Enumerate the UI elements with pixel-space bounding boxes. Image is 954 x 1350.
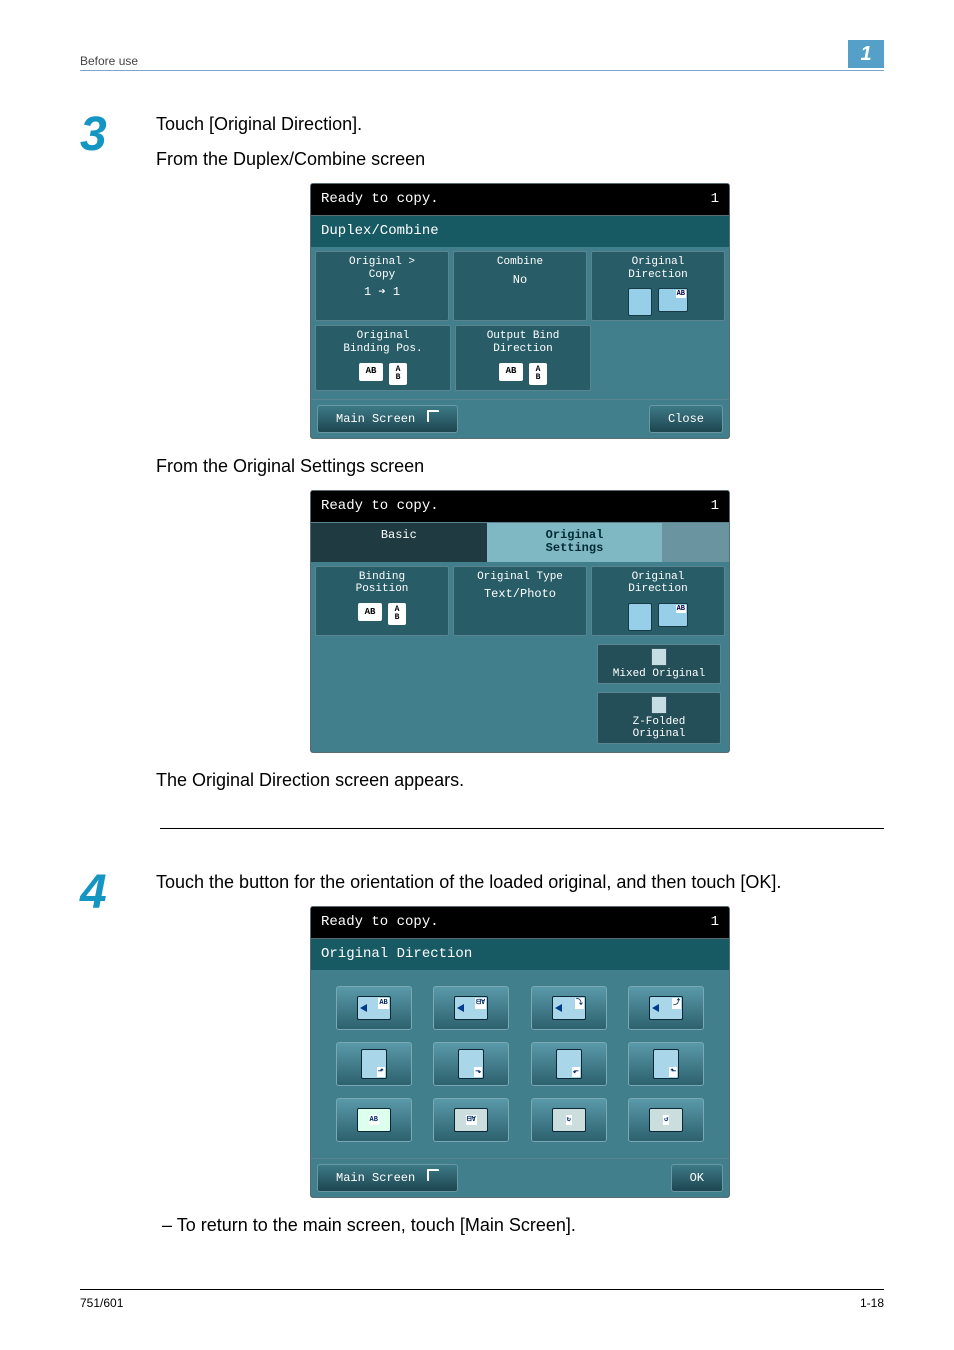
direction-option-3[interactable]: ⤵: [531, 986, 607, 1030]
direction-option-8[interactable]: ⬑: [628, 1042, 704, 1086]
ab-stack-icon: AB: [529, 363, 547, 385]
document-icon: [651, 648, 667, 666]
copy-counter: 1: [711, 496, 719, 517]
step4-bullet: – To return to the main screen, touch [M…: [162, 1212, 884, 1239]
step3-caption1: From the Duplex/Combine screen: [156, 146, 884, 173]
combine-cell[interactable]: Combine No: [453, 251, 587, 321]
footer-page: 1-18: [860, 1296, 884, 1310]
footer-model: 751/601: [80, 1296, 123, 1310]
tab-spacer: [662, 523, 729, 561]
copy-counter: 1: [711, 189, 719, 210]
ab-icon: AB: [499, 363, 523, 381]
mixed-original-button[interactable]: Mixed Original: [597, 644, 721, 684]
step-number-3: 3: [80, 111, 140, 802]
combine-label: Combine: [497, 256, 543, 269]
direction-option-12[interactable]: ↺: [628, 1098, 704, 1142]
original-settings-screen: Ready to copy. 1 Basic Original Settings…: [310, 490, 730, 753]
output-bind-direction-cell[interactable]: Output Bind Direction AB AB: [455, 325, 591, 391]
original-copy-label: Original > Copy: [349, 256, 415, 281]
original-copy-value: 1 ➔ 1: [364, 286, 400, 300]
empty-cell: [595, 325, 725, 391]
direction-option-4[interactable]: ⤴: [628, 986, 704, 1030]
direction-option-11[interactable]: ↻: [531, 1098, 607, 1142]
step4-instruction: Touch the button for the orientation of …: [156, 869, 884, 896]
zfolded-original-button[interactable]: Z-Folded Original: [597, 692, 721, 744]
copy-counter: 1: [711, 912, 719, 933]
original-copy-cell[interactable]: Original > Copy 1 ➔ 1: [315, 251, 449, 321]
step-number-4: 4: [80, 869, 140, 1247]
return-icon: [423, 410, 439, 428]
original-type-cell[interactable]: Original Type Text/Photo: [453, 566, 587, 636]
ab-stack-icon: AB: [389, 363, 407, 385]
original-direction-screen: Ready to copy. 1 Original Direction AB ᗺ…: [310, 906, 730, 1198]
ok-button[interactable]: OK: [671, 1164, 723, 1192]
original-direction-cell[interactable]: Original Direction: [591, 566, 725, 636]
return-icon: [423, 1169, 439, 1187]
section-title: Before use: [80, 54, 138, 68]
tab-original-settings[interactable]: Original Settings: [487, 523, 663, 561]
main-screen-button[interactable]: Main Screen: [317, 405, 458, 433]
original-type-label: Original Type: [477, 571, 563, 584]
tab-basic[interactable]: Basic: [311, 523, 487, 561]
direction-option-7[interactable]: ⬐: [531, 1042, 607, 1086]
original-type-value: Text/Photo: [484, 588, 556, 602]
status-text: Ready to copy.: [321, 496, 439, 517]
direction-option-2[interactable]: ᗺ∀: [433, 986, 509, 1030]
output-bind-label: Output Bind Direction: [487, 330, 560, 355]
direction-landscape-icon: [658, 603, 688, 627]
chapter-number-badge: 1: [848, 40, 884, 68]
screen-title: Original Direction: [311, 938, 729, 970]
step3-instruction: Touch [Original Direction].: [156, 111, 884, 138]
step3-caption2: From the Original Settings screen: [156, 453, 884, 480]
binding-position-label: Original Binding Pos.: [343, 330, 422, 355]
direction-options-grid: AB ᗺ∀ ⤵ ⤴ ⬏ ⬎ ⬐ ⬑ AB ᗺ: [315, 974, 725, 1154]
direction-landscape-icon: [658, 288, 688, 312]
status-text: Ready to copy.: [321, 912, 439, 933]
step3-result: The Original Direction screen appears.: [156, 767, 884, 794]
direction-option-5[interactable]: ⬏: [336, 1042, 412, 1086]
direction-portrait-icon: [628, 288, 652, 316]
screen-title: Duplex/Combine: [311, 215, 729, 247]
duplex-combine-screen: Ready to copy. 1 Duplex/Combine Original…: [310, 183, 730, 439]
combine-value: No: [513, 274, 527, 288]
document-icon: [651, 696, 667, 714]
ab-icon: AB: [358, 603, 382, 621]
original-direction-label: Original Direction: [628, 256, 687, 281]
original-direction-label: Original Direction: [628, 571, 687, 596]
direction-option-9[interactable]: AB: [336, 1098, 412, 1142]
binding-position-cell[interactable]: Original Binding Pos. AB AB: [315, 325, 451, 391]
ab-stack-icon: AB: [388, 603, 406, 625]
main-screen-button[interactable]: Main Screen: [317, 1164, 458, 1192]
step-divider: [160, 828, 884, 829]
binding-position-cell[interactable]: Binding Position AB AB: [315, 566, 449, 636]
original-direction-cell[interactable]: Original Direction: [591, 251, 725, 321]
direction-portrait-icon: [628, 603, 652, 631]
close-button[interactable]: Close: [649, 405, 723, 433]
direction-option-1[interactable]: AB: [336, 986, 412, 1030]
ab-icon: AB: [359, 363, 383, 381]
binding-position-label: Binding Position: [356, 571, 409, 596]
direction-option-10[interactable]: ᗺ∀: [433, 1098, 509, 1142]
direction-option-6[interactable]: ⬎: [433, 1042, 509, 1086]
status-text: Ready to copy.: [321, 189, 439, 210]
